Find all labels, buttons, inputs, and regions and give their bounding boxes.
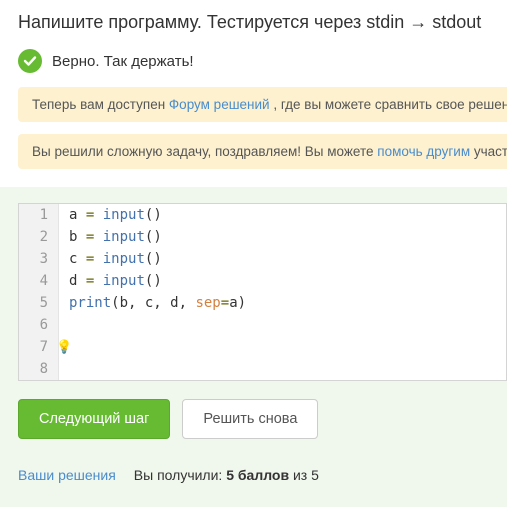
task-title: Напишите программу. Тестируется через st… xyxy=(0,0,507,41)
code-line: 4d = input() xyxy=(19,270,506,292)
code-content xyxy=(59,314,506,336)
score-text: Вы получили: 5 баллов из 5 xyxy=(134,467,319,483)
code-content: print(b, c, d, sep=a) xyxy=(59,292,506,314)
code-content: c = input() xyxy=(59,248,506,270)
line-number: 8 xyxy=(19,358,59,380)
your-solutions-link[interactable]: Ваши решения xyxy=(18,467,116,483)
line-number: 1 xyxy=(19,204,59,226)
check-icon xyxy=(18,49,42,73)
code-line: 5print(b, c, d, sep=a) xyxy=(19,292,506,314)
forum-link[interactable]: Форум решений xyxy=(169,97,270,112)
line-number: 6 xyxy=(19,314,59,336)
code-content xyxy=(59,358,506,380)
next-step-button[interactable]: Следующий шаг xyxy=(18,399,170,439)
code-content: b = input() xyxy=(59,226,506,248)
code-editor[interactable]: 1a = input()2b = input()3c = input()4d =… xyxy=(18,203,507,381)
score-value: 5 баллов xyxy=(226,467,289,483)
help-others-link[interactable]: помочь другим xyxy=(377,144,470,159)
footer-row: Ваши решения Вы получили: 5 баллов из 5 xyxy=(18,467,507,483)
code-line: 2b = input() xyxy=(19,226,506,248)
code-line: 8 xyxy=(19,358,506,380)
code-content: 💡 xyxy=(59,336,506,358)
code-line: 1a = input() xyxy=(19,204,506,226)
line-number: 5 xyxy=(19,292,59,314)
line-number: 7 xyxy=(19,336,59,358)
status-text: Верно. Так держать! xyxy=(52,53,194,70)
alert-forum-before: Теперь вам доступен xyxy=(32,97,169,112)
line-number: 3 xyxy=(19,248,59,270)
code-line: 7💡 xyxy=(19,336,506,358)
alert-help-after: участникам xyxy=(470,144,507,159)
score-suffix: из 5 xyxy=(289,467,319,483)
line-number: 2 xyxy=(19,226,59,248)
alert-help: Вы решили сложную задачу, поздравляем! В… xyxy=(18,134,507,169)
retry-button[interactable]: Решить снова xyxy=(182,399,318,439)
score-prefix: Вы получили: xyxy=(134,467,226,483)
alert-forum: Теперь вам доступен Форум решений , где … xyxy=(18,87,507,122)
status-row: Верно. Так держать! xyxy=(0,41,507,87)
solution-area: 1a = input()2b = input()3c = input()4d =… xyxy=(0,187,507,507)
code-line: 6 xyxy=(19,314,506,336)
line-number: 4 xyxy=(19,270,59,292)
code-line: 3c = input() xyxy=(19,248,506,270)
lightbulb-icon[interactable]: 💡 xyxy=(56,337,72,359)
button-row: Следующий шаг Решить снова xyxy=(18,399,507,439)
code-content: a = input() xyxy=(59,204,506,226)
alert-help-before: Вы решили сложную задачу, поздравляем! В… xyxy=(32,144,377,159)
code-content: d = input() xyxy=(59,270,506,292)
alert-forum-after: , где вы можете сравнить свое решение xyxy=(270,97,507,112)
